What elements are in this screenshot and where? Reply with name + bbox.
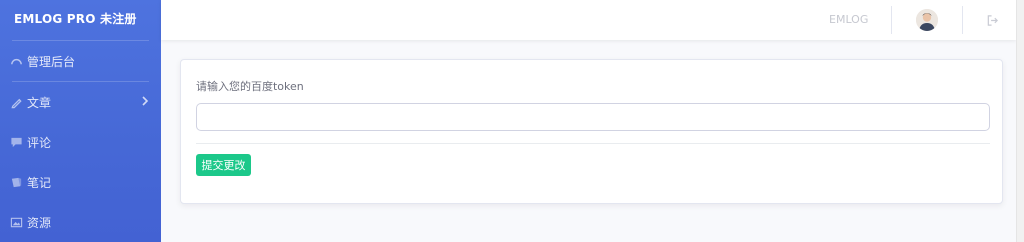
pencil-icon	[9, 95, 23, 109]
topbar-divider	[891, 6, 892, 34]
token-label: 请输入您的百度token	[196, 80, 304, 93]
form-divider	[196, 143, 990, 144]
sidebar-item-label: 文章	[27, 95, 52, 110]
sidebar-item-label: 管理后台	[27, 54, 76, 69]
token-input[interactable]	[196, 103, 990, 131]
logout-icon[interactable]	[986, 12, 999, 31]
note-icon	[9, 175, 23, 189]
site-link[interactable]: EMLOG	[829, 13, 868, 26]
comment-icon	[9, 135, 23, 149]
topbar: EMLOG	[161, 0, 1016, 40]
submit-button[interactable]: 提交更改	[196, 154, 251, 176]
sidebar-item-articles[interactable]: 文章	[0, 82, 161, 122]
sidebar-item-label: 评论	[27, 135, 52, 150]
sidebar: EMLOG PRO 未注册 管理后台 文章 评论 笔记 资源	[0, 0, 161, 242]
sidebar-item-dashboard[interactable]: 管理后台	[0, 41, 161, 81]
chevron-right-icon	[141, 95, 149, 109]
dashboard-icon	[9, 54, 23, 68]
token-form-card: 请输入您的百度token 提交更改	[180, 59, 1003, 204]
sidebar-item-notes[interactable]: 笔记	[0, 162, 161, 202]
page-scrollbar[interactable]	[1016, 0, 1024, 242]
user-avatar[interactable]	[916, 9, 938, 31]
brand-title[interactable]: EMLOG PRO 未注册	[0, 0, 161, 40]
sidebar-item-label: 笔记	[27, 175, 52, 190]
sidebar-item-label: 资源	[27, 215, 52, 230]
sidebar-item-comments[interactable]: 评论	[0, 122, 161, 162]
topbar-divider	[962, 6, 963, 34]
sidebar-item-resources[interactable]: 资源	[0, 202, 161, 242]
image-icon	[9, 215, 23, 229]
